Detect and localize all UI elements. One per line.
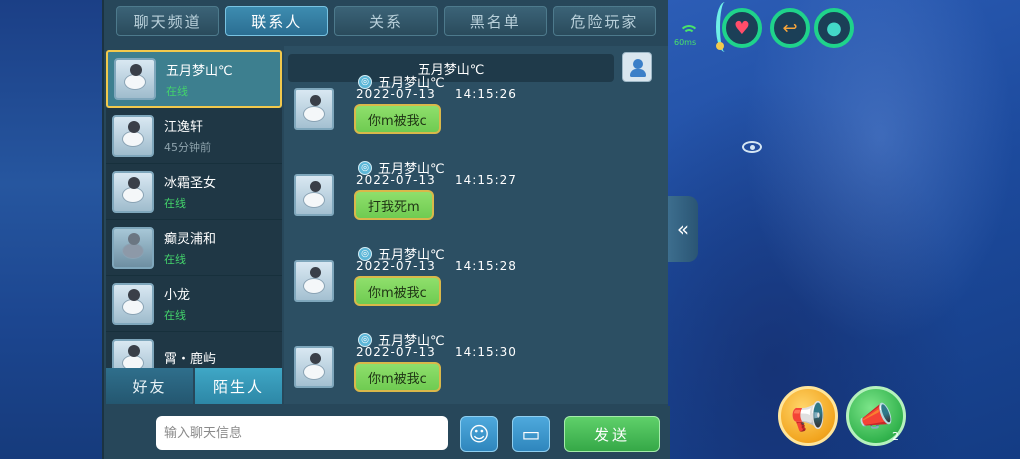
avatar xyxy=(294,346,334,388)
contact-item[interactable]: 五月梦山℃ 在线 xyxy=(106,50,282,108)
avatar xyxy=(112,114,154,157)
avatar xyxy=(112,282,154,325)
avatar xyxy=(294,88,334,130)
message-clock: 14:15:28 xyxy=(455,259,517,273)
tab-chat-channel[interactable]: 聊天频道 xyxy=(116,6,220,36)
double-chevron-left-icon: « xyxy=(676,217,690,241)
emoji-icon: ☺ xyxy=(468,422,490,446)
tab-friends[interactable]: 好友 xyxy=(106,368,193,404)
tab-blacklist[interactable]: 黑名单 xyxy=(443,6,547,36)
quick-phrase-button[interactable]: ▭ xyxy=(512,416,550,452)
chat-message: ◎ 五月梦山℃ 2022-07-13 14:15:28 你m被我c xyxy=(292,244,652,324)
eye-icon[interactable] xyxy=(740,136,764,158)
contact-item[interactable]: 小龙 在线 xyxy=(106,276,282,332)
message-time: 2022-07-13 14:15:30 xyxy=(356,345,517,359)
contact-item[interactable]: 江逸轩 45分钟前 xyxy=(106,108,282,164)
message-clock: 14:15:30 xyxy=(455,345,517,359)
avatar xyxy=(294,174,334,216)
water-status[interactable]: ● xyxy=(814,8,854,48)
megaphone-icon: 📢 xyxy=(790,399,826,433)
contact-item[interactable]: 冰霜圣女 在线 xyxy=(106,164,282,220)
message-bubble: 你m被我c xyxy=(354,104,441,134)
hunger-icon: ↩ xyxy=(782,17,798,39)
contact-name: 江逸轩 xyxy=(164,120,204,135)
avatar xyxy=(112,170,154,213)
contact-type-tabs: 好友 陌生人 xyxy=(106,368,282,404)
chat-input-bar: ☺ ▭ 发送 xyxy=(104,406,670,459)
health-status[interactable]: ♥ xyxy=(722,8,762,48)
contact-status: 在线 xyxy=(164,197,186,210)
message-clock: 14:15:26 xyxy=(455,87,517,101)
world-broadcast-button[interactable]: 📢 xyxy=(778,386,838,446)
megaphone-icon: 📣 xyxy=(858,399,894,433)
chat-bubble-icon: ▭ xyxy=(521,422,541,446)
chat-message: ◎ 五月梦山℃ 2022-07-13 14:15:30 你m被我c xyxy=(292,330,652,404)
ping-label: 60ms xyxy=(674,38,697,47)
chat-panel: 聊天频道 联系人 关系 黑名单 危险玩家 五月梦山℃ 在线 江逸轩 45分钟前 … xyxy=(102,0,670,459)
message-bubble: 你m被我c xyxy=(354,362,441,392)
broadcast-count: 2 xyxy=(892,430,899,443)
collapse-panel-button[interactable]: « xyxy=(668,196,698,262)
tab-relations[interactable]: 关系 xyxy=(334,6,438,36)
avatar xyxy=(114,58,156,100)
contact-status: 在线 xyxy=(164,309,186,322)
message-date: 2022-07-13 xyxy=(356,345,436,359)
contact-name: 霄・鹿屿 xyxy=(164,352,217,367)
avatar xyxy=(294,260,334,302)
send-button[interactable]: 发送 xyxy=(564,416,660,452)
message-time: 2022-07-13 14:15:26 xyxy=(356,87,517,101)
avatar xyxy=(112,338,154,368)
message-date: 2022-07-13 xyxy=(356,173,436,187)
stat-gauge-dot xyxy=(716,42,724,50)
hunger-status[interactable]: ↩ xyxy=(770,8,810,48)
contact-status: 45分钟前 xyxy=(164,141,211,154)
chat-message-area[interactable]: 五月梦山℃ ◎ 五月梦山℃ 2022-07-13 14:15:26 你m被我c … xyxy=(284,46,668,404)
chat-message: ◎ 五月梦山℃ 2022-07-13 14:15:27 打我死m xyxy=(292,158,652,238)
contact-name: 小龙 xyxy=(164,288,191,303)
message-clock: 14:15:27 xyxy=(455,173,517,187)
game-world-background-left xyxy=(0,0,110,459)
message-bubble: 你m被我c xyxy=(354,276,441,306)
contact-list: 五月梦山℃ 在线 江逸轩 45分钟前 冰霜圣女 在线 癫灵浦和 在线 小龙 在线… xyxy=(106,50,282,368)
heart-icon: ♥ xyxy=(733,17,751,39)
contact-status: 在线 xyxy=(164,253,186,266)
contact-status: 在线 xyxy=(166,84,188,98)
message-time: 2022-07-13 14:15:27 xyxy=(356,173,517,187)
emoji-button[interactable]: ☺ xyxy=(460,416,498,452)
chat-input[interactable] xyxy=(156,416,448,450)
message-bubble: 打我死m xyxy=(354,190,434,220)
tab-strangers[interactable]: 陌生人 xyxy=(195,368,282,404)
contact-name: 冰霜圣女 xyxy=(164,176,217,191)
avatar xyxy=(112,226,154,269)
message-date: 2022-07-13 xyxy=(356,259,436,273)
user-icon xyxy=(633,59,643,69)
contact-name: 五月梦山℃ xyxy=(166,63,233,79)
water-drop-icon: ● xyxy=(826,17,842,39)
tab-dangerous-players[interactable]: 危险玩家 xyxy=(552,6,657,36)
contact-name: 癫灵浦和 xyxy=(164,232,217,247)
message-date: 2022-07-13 xyxy=(356,87,436,101)
tab-contacts[interactable]: 联系人 xyxy=(225,6,329,36)
message-time: 2022-07-13 14:15:28 xyxy=(356,259,517,273)
chat-message: ◎ 五月梦山℃ 2022-07-13 14:15:26 你m被我c xyxy=(292,72,652,152)
chat-tabs: 聊天频道 联系人 关系 黑名单 危险玩家 xyxy=(116,6,657,38)
contact-item[interactable]: 癫灵浦和 在线 xyxy=(106,220,282,276)
contact-item[interactable]: 霄・鹿屿 xyxy=(106,332,282,368)
game-world-background-right xyxy=(668,0,1020,459)
